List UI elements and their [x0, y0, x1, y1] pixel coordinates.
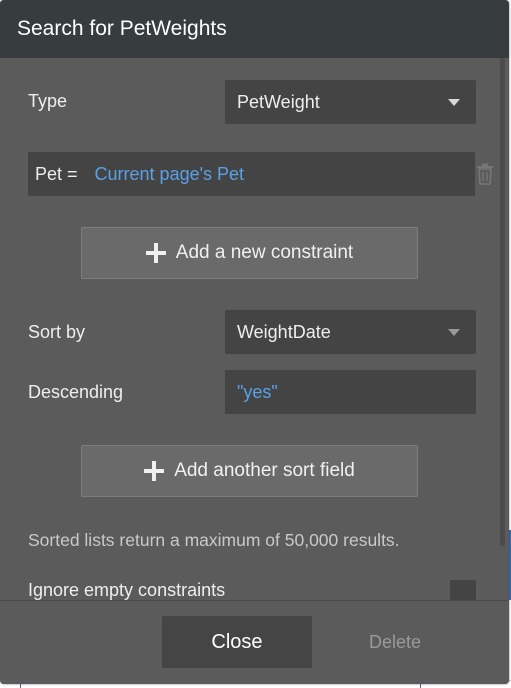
search-dialog: Search for PetWeights Type PetWeight Pet… [0, 0, 509, 684]
add-sort-field-label: Add another sort field [174, 460, 355, 481]
dialog-footer: Close Delete [0, 600, 509, 684]
chevron-down-icon [448, 99, 460, 106]
constraint-field: Pet = [35, 163, 78, 184]
descending-label: Descending [28, 382, 124, 402]
sort-by-dropdown-value: WeightDate [237, 321, 331, 342]
constraint-value[interactable]: Current page's Pet [95, 164, 245, 185]
plus-icon [144, 461, 165, 481]
sort-limit-note: Sorted lists return a maximum of 50,000 … [28, 530, 400, 550]
type-label: Type [28, 91, 68, 111]
ignore-empty-label: Ignore empty constraints [28, 580, 226, 600]
descending-field[interactable]: "yes" [225, 370, 476, 414]
chevron-down-icon [448, 329, 460, 336]
delete-button-label: Delete [368, 631, 422, 652]
plus-icon [145, 243, 166, 263]
add-constraint-button[interactable]: Add a new constraint [81, 227, 418, 279]
close-button-label: Close [211, 630, 263, 653]
type-dropdown[interactable]: PetWeight [225, 80, 476, 124]
add-sort-field-button[interactable]: Add another sort field [81, 445, 418, 497]
dialog-title: Search for PetWeights [17, 17, 227, 40]
scrollbar[interactable] [500, 58, 505, 546]
close-button[interactable]: Close [162, 616, 312, 668]
sort-by-label: Sort by [28, 322, 86, 342]
descending-value: "yes" [237, 381, 278, 402]
add-constraint-label: Add a new constraint [175, 242, 354, 263]
type-dropdown-value: PetWeight [237, 91, 320, 112]
trash-icon[interactable] [476, 163, 494, 185]
dialog-header: Search for PetWeights [0, 0, 509, 58]
sort-by-dropdown[interactable]: WeightDate [225, 310, 476, 354]
delete-button[interactable]: Delete [340, 616, 450, 668]
dialog-body: Type PetWeight Pet = Current page's Pet … [0, 58, 509, 600]
ignore-empty-checkbox[interactable] [450, 580, 476, 600]
constraint-row[interactable]: Pet = Current page's Pet [28, 152, 475, 196]
